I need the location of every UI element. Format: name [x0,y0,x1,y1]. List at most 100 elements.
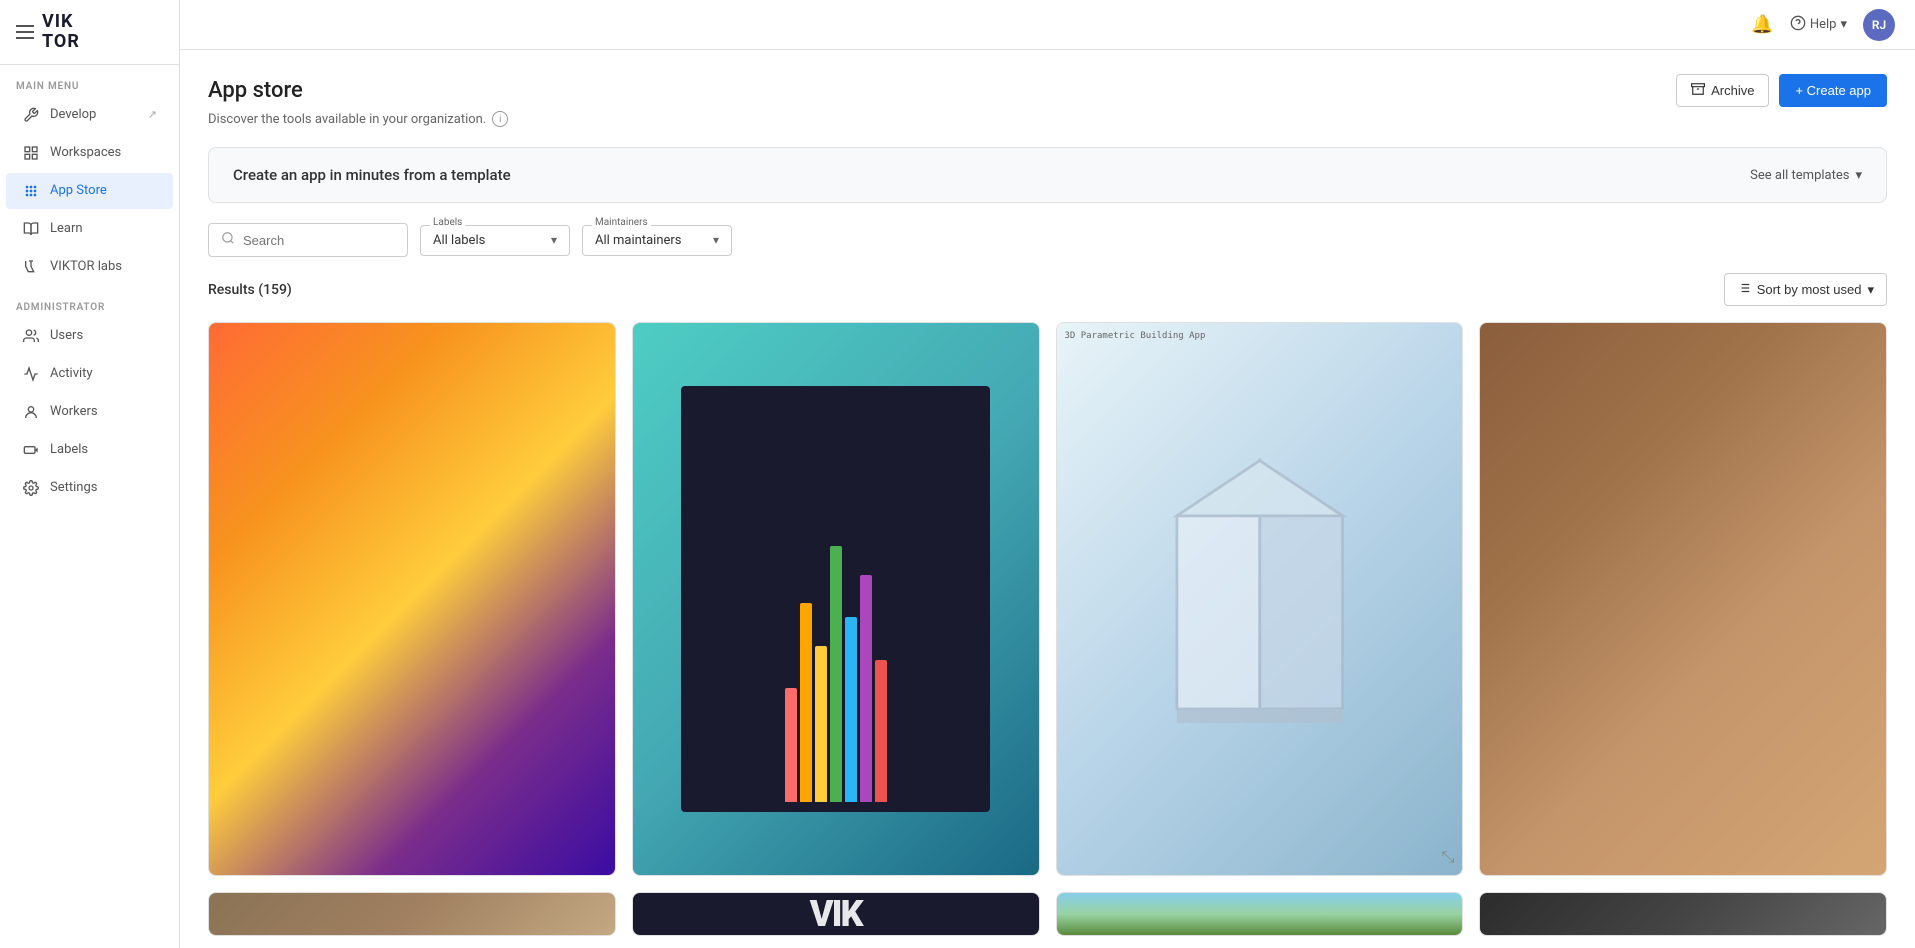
card-image-8 [1480,893,1886,935]
subtitle-text: Discover the tools available in your org… [208,112,486,127]
filters: Labels All labels ▾ Maintainers All main… [208,223,1887,257]
sort-label: Sort by most used [1757,282,1862,297]
sidebar-item-workers[interactable]: Workers [6,394,173,430]
sidebar-item-viktor-labs-label: VIKTOR labs [50,259,122,274]
card-image-7 [1057,893,1463,935]
sidebar-item-develop[interactable]: Develop ↗ [6,97,173,133]
app-card-3dmodels[interactable]: 3D Parametric Building App ⤡ T [1056,322,1464,876]
grid-icon [22,144,40,162]
building-svg [1138,433,1381,764]
search-box[interactable] [208,223,408,257]
app-logo: VIKTOR [42,12,80,52]
sidebar-item-viktor-labs[interactable]: VIKTOR labs [6,249,173,285]
labels-filter-label: Labels [430,217,465,228]
card-image-3dmodels: 3D Parametric Building App ⤡ [1057,323,1463,875]
card-body-grasshopper: G grasshopper-analysis 17.3K Sample app … [209,875,615,876]
card-image-cpt [1480,323,1886,875]
create-app-label: + Create app [1795,83,1871,98]
notification-bell[interactable]: 🔔 [1751,14,1773,35]
page-subtitle: Discover the tools available in your org… [208,111,1887,127]
see-all-templates-label: See all templates [1750,168,1849,183]
template-banner-text: Create an app in minutes from a template [233,166,511,184]
help-label: Help [1810,17,1837,32]
sidebar-item-learn[interactable]: Learn [6,211,173,247]
sidebar: VIKTOR MAIN MENU Develop ↗ Workspaces Ap… [0,0,180,948]
sidebar-item-users-label: Users [50,328,83,343]
help-chevron-icon: ▾ [1840,17,1847,32]
app-cards-grid: G grasshopper-analysis 17.3K Sample app … [208,322,1887,876]
info-icon[interactable]: i [492,111,508,127]
sort-icon [1737,281,1751,298]
sidebar-item-appstore[interactable]: App Store [6,173,173,209]
labels-filter: Labels All labels ▾ [420,225,570,256]
sidebar-item-settings-label: Settings [50,480,97,495]
viktor-text: VIK [810,893,862,935]
main-content: 🔔 Help ▾ RJ App store Archive + Cre [180,0,1915,948]
labels-icon [22,441,40,459]
sidebar-item-workspaces[interactable]: Workspaces [6,135,173,171]
sidebar-item-learn-label: Learn [50,221,83,236]
users-icon [22,327,40,345]
sort-chevron-icon: ▾ [1867,282,1874,298]
chevron-down-icon: ▾ [1855,168,1862,183]
app-card-grasshopper[interactable]: G grasshopper-analysis 17.3K Sample app … [208,322,616,876]
archive-icon [1691,82,1705,99]
card-image-5 [209,893,615,935]
results-count: Results (159) [208,282,292,298]
page-content: App store Archive + Create app Discover … [180,50,1915,948]
maintainers-filter: Maintainers All maintainers ▾ [582,225,732,256]
maintainers-chevron-icon: ▾ [713,233,719,247]
apps-icon [22,182,40,200]
hamburger-menu[interactable] [16,25,34,39]
sidebar-item-activity[interactable]: Activity [6,356,173,392]
maintainers-select-value: All maintainers [595,233,682,248]
sidebar-item-workspaces-label: Workspaces [50,145,121,160]
wrench-icon [22,106,40,124]
app-card-6[interactable]: VIK [632,892,1040,936]
page-header: App store Archive + Create app [208,74,1887,107]
sidebar-item-users[interactable]: Users [6,318,173,354]
search-input[interactable] [243,233,395,248]
sort-button[interactable]: Sort by most used ▾ [1724,273,1887,306]
template-banner: Create an app in minutes from a template… [208,147,1887,203]
external-link-icon: ↗ [148,108,157,121]
sidebar-item-appstore-label: App Store [50,183,107,198]
workers-icon [22,403,40,421]
help-circle-icon [1790,15,1806,35]
see-all-templates-button[interactable]: See all templates ▾ [1750,168,1862,183]
card-image-grasshopper [209,323,615,875]
book-icon [22,220,40,238]
bottom-cards-grid: VIK [208,892,1887,936]
maintainers-filter-label: Maintainers [592,217,651,228]
card-image-spreadsheet [633,323,1039,875]
archive-button[interactable]: Archive [1676,74,1769,107]
sidebar-item-labels[interactable]: Labels [6,432,173,468]
sidebar-header: VIKTOR [0,0,179,65]
archive-label: Archive [1711,83,1754,98]
user-avatar[interactable]: RJ [1863,9,1895,41]
app-card-cpt[interactable]: S sample-cpt-interpreter 4.3K This app c… [1479,322,1887,876]
sidebar-item-activity-label: Activity [50,366,93,381]
labels-select[interactable]: All labels ▾ [420,225,570,256]
topbar: 🔔 Help ▾ RJ [180,0,1915,50]
page-title: App store [208,78,303,103]
main-menu-label: MAIN MENU [0,65,179,96]
search-icon [221,231,235,249]
app-card-7[interactable] [1056,892,1464,936]
maintainers-select[interactable]: All maintainers ▾ [582,225,732,256]
sidebar-item-settings[interactable]: Settings [6,470,173,506]
labels-select-value: All labels [433,233,485,248]
admin-label: ADMINISTRATOR [0,286,179,317]
help-button[interactable]: Help ▾ [1790,15,1847,35]
expand-icon[interactable]: ⤡ [1441,847,1454,867]
settings-icon [22,479,40,497]
app-card-5[interactable] [208,892,616,936]
card-body-3dmodels: T tutorial-app-basic-3d-models 4.5K This… [1057,875,1463,876]
create-app-button[interactable]: + Create app [1779,74,1887,107]
app-card-spreadsheet[interactable]: V tutorial-spreadsheet 6.2K The finished… [632,322,1040,876]
card-body-spreadsheet: V tutorial-spreadsheet 6.2K The finished… [633,875,1039,876]
labels-chevron-icon: ▾ [551,233,557,247]
app-card-8[interactable] [1479,892,1887,936]
page-actions: Archive + Create app [1676,74,1887,107]
flask-icon [22,258,40,276]
